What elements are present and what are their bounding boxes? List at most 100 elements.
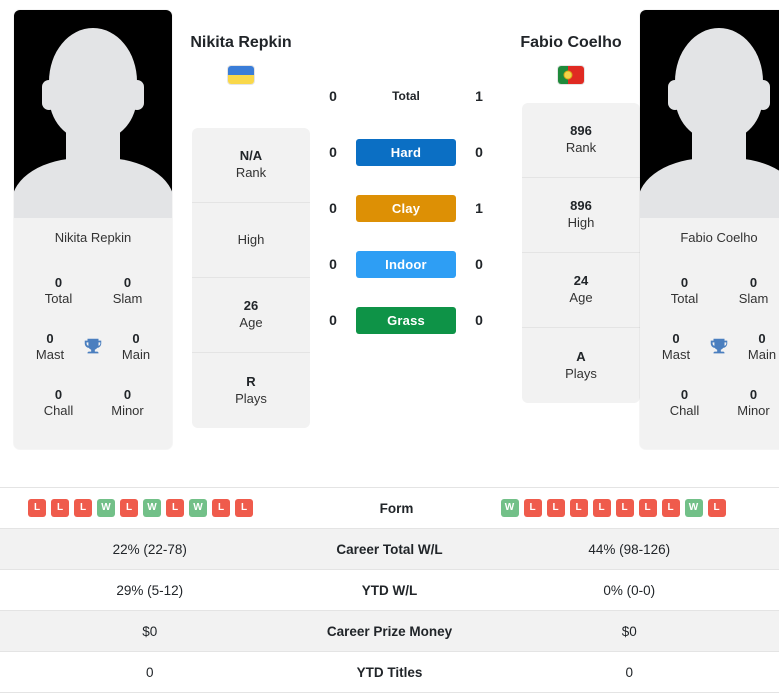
trophy-icon	[76, 336, 110, 358]
right-career-total-wl: 44% (98-126)	[588, 541, 671, 557]
right-title-slam-value: 0	[749, 274, 758, 290]
right-player-name[interactable]: Fabio Coelho	[520, 34, 621, 52]
portugal-flag-icon	[558, 66, 584, 84]
left-career-total-wl: 22% (22-78)	[112, 541, 187, 557]
form-badge-l[interactable]: L	[212, 499, 230, 517]
left-titles-row-1: 0 Total 0 Slam	[24, 263, 162, 319]
form-badge-l[interactable]: L	[661, 499, 680, 517]
right-title-minor-label: Minor	[737, 403, 770, 418]
right-title-slam: 0 Slam	[719, 275, 779, 308]
surface-badge-hard[interactable]: Hard	[356, 138, 456, 166]
form-badge-l[interactable]: L	[592, 499, 611, 517]
right-title-minor: 0 Minor	[719, 387, 779, 420]
right-stat-age-value: 24	[573, 273, 589, 289]
right-stat-high-label: High	[567, 215, 595, 230]
left-stat-plays: R Plays	[192, 353, 310, 428]
right-title-main: 0 Main	[736, 331, 779, 364]
left-photo-caption: Nikita Repkin	[14, 218, 172, 259]
comparison-stats-table: LLLWLWLWLL Form WLLLLLLLWL 22% (22-78) C…	[0, 487, 779, 693]
surface-badge-grass[interactable]: Grass	[356, 306, 456, 334]
h2h-hard-mid: Hard	[356, 138, 456, 166]
form-badge-w[interactable]: W	[143, 499, 161, 517]
left-title-total-label: Total	[44, 291, 73, 306]
form-badge-l[interactable]: L	[120, 499, 138, 517]
right-title-slam-label: Slam	[738, 291, 769, 306]
surface-badge-indoor[interactable]: Indoor	[356, 250, 456, 278]
form-badge-w[interactable]: W	[97, 499, 115, 517]
left-title-chall-label: Chall	[43, 403, 74, 418]
right-stat-age: 24 Age	[522, 253, 640, 328]
right-name-column: Fabio Coelho 896 Rank 896 High 24 Age A …	[512, 10, 640, 403]
h2h-row-clay: 0 Clay 1	[310, 180, 502, 236]
h2h-row-grass: 0 Grass 0	[310, 292, 502, 348]
table-row-form: LLLWLWLWLL Form WLLLLLLLWL	[0, 488, 779, 529]
left-form-cell: LLLWLWLWLL	[0, 499, 307, 517]
left-stat-age-value: 26	[243, 298, 259, 314]
left-title-mast-label: Mast	[35, 347, 65, 362]
player-comparison-region: Nikita Repkin 0 Total 0 Slam 0 Mast 0 Ma…	[0, 0, 779, 477]
h2h-row-total: 0 Total 1	[310, 68, 502, 124]
h2h-total-mid: Total	[356, 87, 456, 105]
right-player-photo	[640, 10, 779, 218]
h2h-indoor-left: 0	[329, 256, 337, 272]
h2h-hard-left: 0	[329, 144, 337, 160]
left-stat-high-label: High	[237, 231, 265, 247]
form-badge-l[interactable]: L	[569, 499, 588, 517]
right-title-main-value: 0	[758, 330, 766, 346]
form-badge-l[interactable]: L	[51, 499, 69, 517]
trophy-icon	[702, 336, 736, 358]
table-row-ytd-titles: 0 YTD Titles 0	[0, 652, 779, 693]
right-title-main-label: Main	[747, 347, 777, 362]
h2h-row-indoor: 0 Indoor 0	[310, 236, 502, 292]
right-career-prize-money: $0	[621, 623, 637, 639]
right-titles-row-1: 0 Total 0 Slam	[650, 263, 779, 319]
avatar-body	[14, 158, 172, 218]
right-stat-rank: 896 Rank	[522, 103, 640, 178]
form-badge-l[interactable]: L	[166, 499, 184, 517]
left-stat-high: High	[192, 203, 310, 278]
form-badge-l[interactable]: L	[523, 499, 542, 517]
left-player-name[interactable]: Nikita Repkin	[190, 34, 291, 52]
form-badge-l[interactable]: L	[74, 499, 92, 517]
form-badge-w[interactable]: W	[500, 499, 519, 517]
right-titles-grid: 0 Total 0 Slam 0 Mast 0 Main 0 Chall 0 M…	[640, 259, 779, 449]
left-title-chall: 0 Chall	[24, 387, 93, 420]
right-title-minor-value: 0	[749, 386, 758, 402]
right-stat-age-label: Age	[569, 290, 593, 305]
form-badge-l[interactable]: L	[615, 499, 634, 517]
left-title-mast-value: 0	[46, 330, 54, 346]
head-to-head-page: Nikita Repkin 0 Total 0 Slam 0 Mast 0 Ma…	[0, 0, 779, 699]
row-label-ytd-titles: YTD Titles	[356, 664, 423, 680]
left-ytd-wl: 29% (5-12)	[116, 582, 184, 598]
right-title-total-label: Total	[670, 291, 699, 306]
right-title-total-value: 0	[680, 274, 689, 290]
right-title-mast: 0 Mast	[650, 331, 702, 364]
form-badge-w[interactable]: W	[684, 499, 703, 517]
form-badge-l[interactable]: L	[235, 499, 253, 517]
left-title-minor: 0 Minor	[93, 387, 162, 420]
right-title-chall-label: Chall	[669, 403, 700, 418]
ukraine-flag-icon	[228, 66, 254, 84]
right-ytd-wl: 0% (0-0)	[603, 582, 656, 598]
form-badge-l[interactable]: L	[638, 499, 657, 517]
left-title-minor-value: 0	[123, 386, 132, 402]
right-player-card[interactable]: Fabio Coelho 0 Total 0 Slam 0 Mast 0 Mai…	[640, 10, 779, 449]
surface-badge-clay[interactable]: Clay	[356, 194, 456, 222]
form-badge-w[interactable]: W	[189, 499, 207, 517]
left-title-main-value: 0	[132, 330, 140, 346]
left-stat-age-label: Age	[239, 315, 263, 330]
left-player-photo	[14, 10, 172, 218]
h2h-total-label: Total	[392, 89, 420, 103]
right-title-mast-value: 0	[672, 330, 680, 346]
form-badge-l[interactable]: L	[707, 499, 726, 517]
left-player-card[interactable]: Nikita Repkin 0 Total 0 Slam 0 Mast 0 Ma…	[14, 10, 172, 449]
h2h-grass-mid: Grass	[356, 306, 456, 334]
form-badge-l[interactable]: L	[546, 499, 565, 517]
right-photo-caption: Fabio Coelho	[640, 218, 779, 259]
left-title-main: 0 Main	[110, 331, 162, 364]
form-badge-l[interactable]: L	[28, 499, 46, 517]
right-titles-row-2: 0 Mast 0 Main	[650, 319, 779, 375]
left-title-minor-label: Minor	[111, 403, 144, 418]
right-title-chall-value: 0	[680, 386, 689, 402]
left-career-prize-money: $0	[142, 623, 158, 639]
